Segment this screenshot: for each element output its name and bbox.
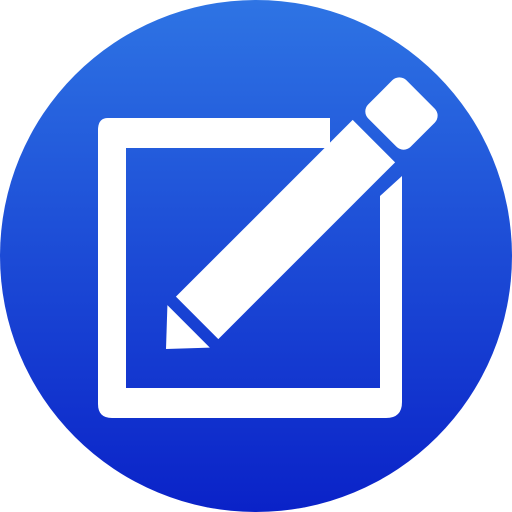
edit-icon-graphic — [0, 0, 512, 512]
edit-app-icon — [0, 0, 512, 512]
